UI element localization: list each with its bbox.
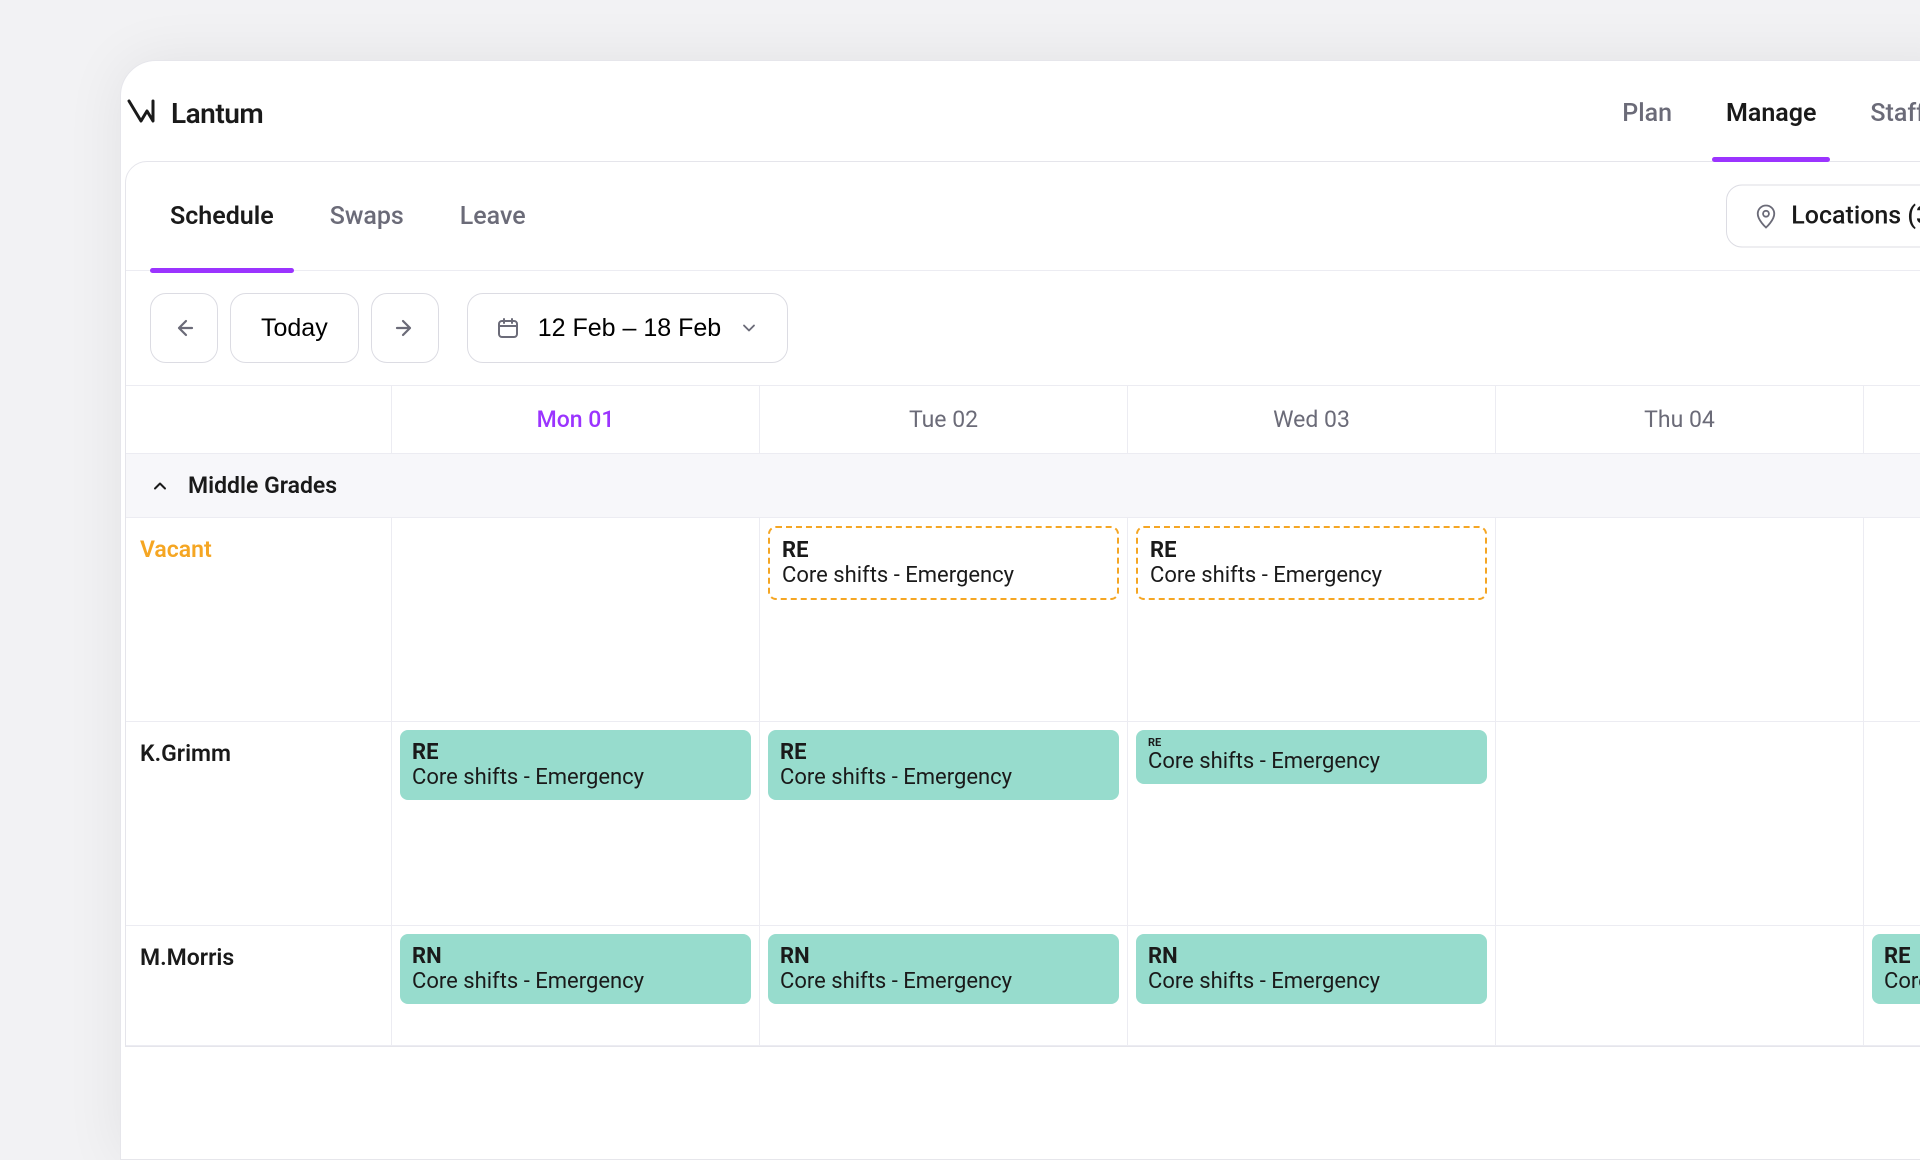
cell[interactable]: RN Core shifts - Emergency xyxy=(392,926,760,1046)
cell[interactable]: RE Core shifts - Emergency xyxy=(392,722,760,926)
cell[interactable] xyxy=(1496,926,1864,1046)
group-row[interactable]: Middle Grades xyxy=(126,454,1920,518)
shift-desc: Core shifts - Emergency xyxy=(1150,563,1473,588)
shift-code: RN xyxy=(1148,944,1475,969)
chevron-down-icon xyxy=(739,318,759,338)
cell[interactable]: RE Core shifts - Emergency xyxy=(760,722,1128,926)
shift[interactable]: RN Core shifts - Emergency xyxy=(1136,934,1487,1004)
row-name: M.Morris xyxy=(126,926,392,1046)
head-thu: Thu 04 xyxy=(1496,386,1864,454)
head-blank xyxy=(126,386,392,454)
cell[interactable] xyxy=(1864,722,1920,926)
cell[interactable]: RN Core shifts - Emergency xyxy=(760,926,1128,1046)
cell[interactable]: RE Core shifts - Emergency xyxy=(760,518,1128,722)
shift-desc: Core shifts - Emergency xyxy=(780,969,1107,994)
cell[interactable]: RN Core shifts - Emergency xyxy=(1128,926,1496,1046)
head-tue: Tue 02 xyxy=(760,386,1128,454)
row-name-vacant: Vacant xyxy=(126,518,392,722)
tab-swaps[interactable]: Swaps xyxy=(330,194,404,239)
locations-label: Locations (3) xyxy=(1791,202,1920,231)
shift-desc: Core shifts - Emergency xyxy=(1148,749,1475,774)
shift-code: RE xyxy=(1884,944,1920,969)
head-wed: Wed 03 xyxy=(1128,386,1496,454)
schedule-grid: Mon 01 Tue 02 Wed 03 Thu 04 Middle Grade… xyxy=(126,385,1920,1046)
today-button[interactable]: Today xyxy=(230,293,359,363)
nav-manage[interactable]: Manage xyxy=(1726,91,1816,136)
arrow-left-icon xyxy=(172,316,196,340)
vacant-shift[interactable]: RE Core shifts - Emergency xyxy=(768,526,1119,600)
shift[interactable]: RE Core shifts - Emergency xyxy=(400,730,751,800)
shift[interactable]: RE Core shifts - Emergency xyxy=(1872,934,1920,1004)
prev-week-button[interactable] xyxy=(150,293,218,363)
logo-block: Lantum xyxy=(121,97,263,130)
shift-desc: Core shifts - Emergency xyxy=(1148,969,1475,994)
date-range-button[interactable]: 12 Feb – 18 Feb xyxy=(467,293,788,363)
shift-code: RN xyxy=(780,944,1107,969)
vacant-shift[interactable]: RE Core shifts - Emergency xyxy=(1136,526,1487,600)
subnav: Schedule Swaps Leave Locations (3) xyxy=(126,162,1920,270)
calendar-icon xyxy=(496,316,520,340)
shift-code: RE xyxy=(412,740,739,765)
locations-filter[interactable]: Locations (3) xyxy=(1726,185,1920,248)
shift-desc: Core shifts - Emergency xyxy=(412,969,739,994)
head-mon: Mon 01 xyxy=(392,386,760,454)
nav-plan[interactable]: Plan xyxy=(1622,91,1672,136)
content-card: Schedule Swaps Leave Locations (3) Today xyxy=(125,161,1920,1047)
cell[interactable] xyxy=(1496,722,1864,926)
shift-desc: Core shifts - Emergency xyxy=(412,765,739,790)
cell[interactable] xyxy=(1496,518,1864,722)
shift-code: RE xyxy=(1150,538,1473,563)
shift[interactable]: RN Core shifts - Emergency xyxy=(400,934,751,1004)
cell[interactable] xyxy=(1864,518,1920,722)
today-label: Today xyxy=(261,314,328,343)
shift[interactable]: RN Core shifts - Emergency xyxy=(768,934,1119,1004)
shift-code: RE xyxy=(1148,736,1475,749)
head-extra xyxy=(1864,386,1920,454)
shift[interactable]: RE Core shifts - Emergency xyxy=(1136,730,1487,784)
cell[interactable]: RE Core shifts - Emergency xyxy=(1128,518,1496,722)
pin-icon xyxy=(1755,203,1777,229)
shift-code: RE xyxy=(782,538,1105,563)
arrow-right-icon xyxy=(393,316,417,340)
cell[interactable] xyxy=(392,518,760,722)
row-name: K.Grimm xyxy=(126,722,392,926)
brand-name: Lantum xyxy=(171,97,263,130)
shift-code: RE xyxy=(780,740,1107,765)
nav-staff[interactable]: Staff xyxy=(1870,91,1920,136)
logo-icon xyxy=(125,97,157,129)
shift-desc: Core shifts - Emergency xyxy=(1884,969,1920,994)
shift[interactable]: RE Core shifts - Emergency xyxy=(768,730,1119,800)
chevron-up-icon xyxy=(150,476,170,496)
app-header: Lantum Plan Manage Staff xyxy=(121,71,1920,155)
date-range-label: 12 Feb – 18 Feb xyxy=(538,314,721,343)
cell[interactable]: RE Core shifts - Emergency xyxy=(1128,722,1496,926)
shift-desc: Core shifts - Emergency xyxy=(782,563,1105,588)
app-window: Lantum Plan Manage Staff Schedule Swaps … xyxy=(120,60,1920,1160)
tab-leave[interactable]: Leave xyxy=(460,194,526,239)
top-nav: Plan Manage Staff xyxy=(1622,91,1920,136)
next-week-button[interactable] xyxy=(371,293,439,363)
shift-desc: Core shifts - Emergency xyxy=(780,765,1107,790)
cell[interactable]: RE Core shifts - Emergency xyxy=(1864,926,1920,1046)
tab-schedule[interactable]: Schedule xyxy=(170,194,274,239)
toolbar: Today 12 Feb – 18 Feb xyxy=(126,270,1920,385)
shift-code: RN xyxy=(412,944,739,969)
group-name: Middle Grades xyxy=(188,472,337,499)
